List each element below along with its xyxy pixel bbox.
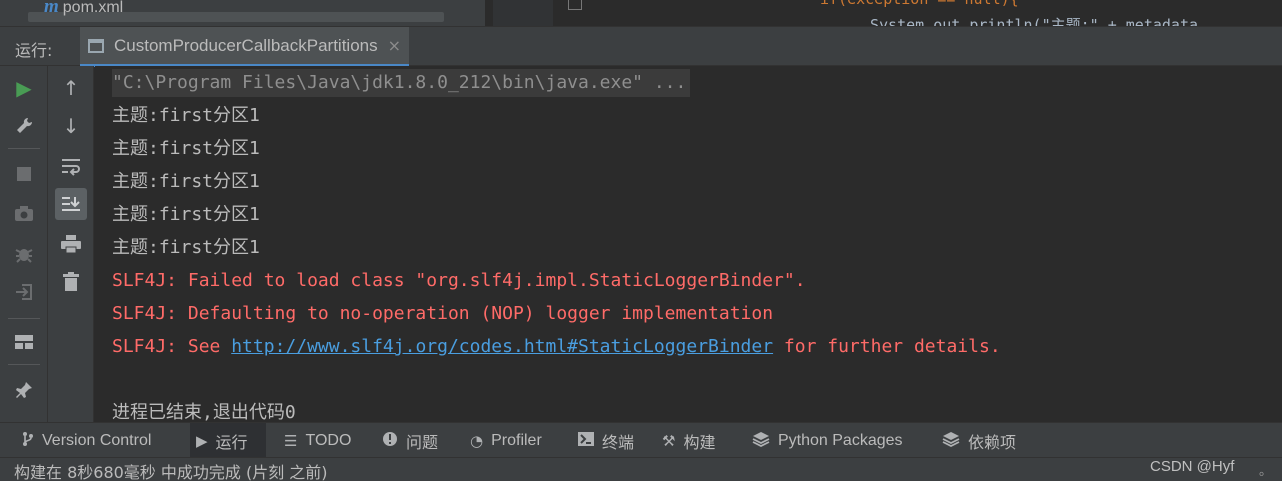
error-line-with-link: SLF4J: See http://www.slf4j.org/codes.ht… [112, 333, 1001, 361]
hammer-icon: ⚒ [662, 431, 676, 450]
output-line: 主题:first分区1 [112, 237, 260, 258]
layers-icon [752, 431, 770, 451]
editor-gutter [493, 0, 553, 26]
tool-todo[interactable]: ☰ TODO [278, 423, 357, 458]
tool-build[interactable]: ⚒ 构建 [656, 423, 721, 458]
maven-icon: m [44, 0, 59, 17]
project-panel-remnant: m pom.xml [0, 0, 485, 26]
run-label: 运行: [15, 41, 53, 60]
tool-profiler[interactable]: ◔ Profiler [464, 423, 548, 458]
console-output[interactable]: "C:\Program Files\Java\jdk1.8.0_212\bin\… [95, 66, 1282, 422]
soft-wrap-icon[interactable] [55, 150, 87, 182]
tool-label: TODO [305, 431, 352, 449]
toolbar-divider [8, 318, 40, 319]
project-file-pom[interactable]: m pom.xml [44, 0, 123, 18]
exit-icon[interactable] [8, 276, 40, 308]
tool-window-bar: Version Control ▶ 运行 ☰ TODO 问题 ◔ Profiler 终… [0, 422, 1282, 458]
build-status-message[interactable]: 构建在 8秒680毫秒 中成功完成 (片刻 之前) [14, 459, 328, 481]
command-line: "C:\Program Files\Java\jdk1.8.0_212\bin\… [112, 69, 691, 97]
close-icon[interactable]: × [388, 36, 401, 55]
debug-icon[interactable] [8, 238, 40, 270]
layers-icon [942, 431, 960, 451]
toolbar-divider [8, 148, 40, 149]
error-line: SLF4J: Defaulting to no-operation (NOP) … [112, 303, 774, 324]
tool-label: 构建 [683, 434, 716, 452]
tool-label: 终端 [602, 434, 635, 452]
toolbar-divider [8, 364, 40, 365]
tool-problems[interactable]: 问题 [376, 423, 444, 458]
error-line: SLF4J: Failed to load class "org.slf4j.i… [112, 270, 806, 291]
terminal-icon [578, 431, 594, 450]
watermark: CSDN @Hyf [1150, 458, 1235, 475]
output-line: 主题:first分区1 [112, 171, 260, 192]
error-suffix: for further details. [773, 336, 1001, 357]
tab-run-configuration[interactable]: CustomProducerCallbackPartitions × [80, 27, 410, 67]
list-icon: ☰ [284, 431, 298, 450]
trash-icon[interactable] [55, 266, 87, 298]
console-window-icon [88, 38, 104, 53]
problems-icon [382, 431, 398, 451]
slf4j-docs-link[interactable]: http://www.slf4j.org/codes.html#StaticLo… [231, 336, 773, 357]
up-arrow-icon[interactable]: ↑ [55, 72, 87, 104]
process-exit-line: 进程已结束,退出代码0 [112, 402, 296, 422]
scroll-to-end-icon[interactable] [55, 188, 87, 220]
run-actions-toolbar: ▶ [0, 66, 48, 422]
tool-label: 问题 [406, 434, 439, 452]
tool-label: 依赖项 [968, 434, 1017, 452]
tool-label: Version Control [42, 431, 152, 449]
branch-icon [22, 431, 34, 451]
code-line: if(exception == null){ [820, 0, 1019, 8]
tool-dependencies[interactable]: 依赖项 [936, 423, 1022, 458]
tool-label: 运行 [215, 434, 248, 452]
watermark-dot: 。 [1259, 464, 1273, 479]
fold-marker-icon[interactable] [568, 0, 582, 10]
editor-top-strip: mpom.xml if(exception == null){ System.o… [0, 0, 1282, 26]
tool-run[interactable]: ▶ 运行 [190, 423, 266, 458]
tool-terminal[interactable]: 终端 [572, 423, 640, 458]
output-line: 主题:first分区1 [112, 204, 260, 225]
stop-icon[interactable] [8, 158, 40, 190]
tool-version-control[interactable]: Version Control [16, 423, 157, 458]
code-line: System.out.println("主题:" + metadata [870, 16, 1199, 26]
down-arrow-icon[interactable]: ↓ [55, 110, 87, 142]
tool-label: Profiler [491, 431, 542, 449]
run-tool-header: 运行: CustomProducerCallbackPartitions × [0, 26, 1282, 67]
tab-title: CustomProducerCallbackPartitions [114, 35, 378, 55]
console-actions-toolbar: ↑ ↓ [48, 66, 94, 422]
status-bar: 构建在 8秒680毫秒 中成功完成 (片刻 之前) CSDN @Hyf 。 [0, 457, 1282, 481]
file-name: pom.xml [62, 0, 124, 16]
error-prefix: SLF4J: See [112, 336, 232, 357]
layout-icon[interactable] [8, 326, 40, 358]
wrench-icon[interactable] [8, 110, 40, 142]
print-icon[interactable] [55, 228, 87, 260]
tool-python-packages[interactable]: Python Packages [746, 423, 909, 458]
tool-label: Python Packages [778, 431, 903, 449]
output-line: 主题:first分区1 [112, 105, 260, 126]
pin-icon[interactable] [8, 374, 40, 406]
run-icon: ▶ [196, 431, 208, 450]
profiler-icon: ◔ [470, 431, 484, 450]
rerun-icon[interactable]: ▶ [8, 72, 40, 104]
output-line: 主题:first分区1 [112, 138, 260, 159]
camera-icon[interactable] [8, 198, 40, 230]
